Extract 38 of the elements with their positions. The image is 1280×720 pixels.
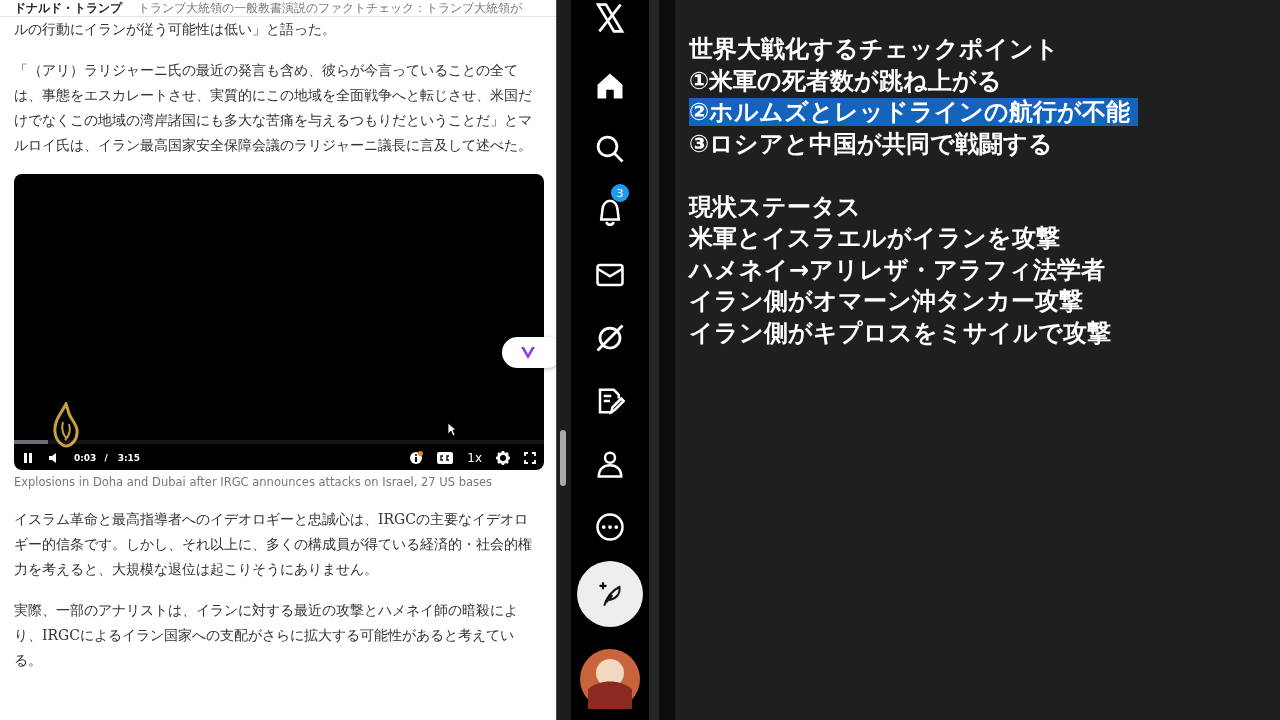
paragraph: 実際、一部のアナリストは、イランに対する最近の攻撃とハメネイ師の暗殺により、IRGCによるイラン国家への支配がさらに拡大する可能性があると考えている。: [14, 601, 519, 670]
duration: 3:15: [117, 453, 141, 463]
text-line: ①米軍の死者数が跳ね上がる: [689, 66, 1004, 95]
search-icon[interactable]: [595, 134, 625, 164]
paragraph: 「（アリ）ラリジャーニ氏の最近の発言も含め、彼らが今言っていることの全ては、事態をエスカレートさせ、実質的にこの地域を全面戦争へと転じさせ、米国だけでなくこの地域の湾岸諸国にも多大な苦痛を与えるつもりだということだ」とマルロイ氏は、イラン最高国家安全保障会議のラリジャーニ議長に言及して述べた。: [14, 61, 533, 155]
home-icon[interactable]: [595, 71, 625, 101]
text-line: ③ロシアと中国が共同で戦闘する: [689, 129, 1055, 158]
related-link[interactable]: トランプ大統領の一般教書演説のファクトチェック：トランプ大統領が: [138, 0, 522, 17]
v-logo-icon: [520, 345, 536, 360]
captions-icon[interactable]: [437, 452, 454, 464]
text-line: イラン側がオマーン沖タンカー攻撃: [689, 287, 1084, 315]
speed-button[interactable]: 1x: [467, 451, 482, 465]
more-icon[interactable]: [595, 512, 625, 542]
info-icon[interactable]: [409, 451, 424, 465]
scrollbar-thumb[interactable]: [560, 430, 566, 486]
person-icon[interactable]: [595, 449, 625, 479]
current-time: 0:03: [74, 453, 97, 463]
cursor-icon: [447, 422, 457, 437]
notification-badge: 3: [611, 184, 629, 202]
text-line: 世界大戦化するチェックポイント: [689, 35, 1060, 63]
settings-icon[interactable]: [496, 451, 510, 465]
avatar[interactable]: [580, 649, 640, 709]
pause-icon[interactable]: [22, 452, 34, 464]
video-caption: Explosions in Doha and Dubai after IRGC announces attacks on Israel, 27 US bases: [14, 475, 494, 489]
paragraph: イスラム革命と最高指導者へのイデオロギーと忠誠心は、IRGCの主要なイデオロギー的信条です。しかし、それ以上に、多くの構成員が得ている経済的・社会的権力を考えると、大規模な退位は起こりそうにありません。: [14, 510, 533, 579]
time-separator: /: [104, 453, 108, 463]
slashed-circle-icon[interactable]: [595, 323, 625, 353]
paragraph: ルの行動にイランが従う可能性は低い」と語った。: [14, 20, 337, 39]
video-player[interactable]: 0:03 / 3:15 1x: [14, 174, 544, 470]
text-line: イラン側がキプロスをミサイルで攻撃: [689, 318, 1112, 347]
x-logo-icon[interactable]: [594, 2, 626, 34]
flame-logo-icon: [51, 402, 81, 448]
floating-widget[interactable]: [502, 337, 556, 368]
text-line: 米軍とイスラエルがイランを攻撃: [689, 224, 1061, 252]
text-line: ハメネイ→アリレザ・アラフィ法学者: [689, 255, 1107, 284]
text-line: 現状ステータス: [689, 192, 862, 221]
author-name: ドナルド・トランプ: [14, 0, 122, 17]
fullscreen-icon[interactable]: [524, 452, 536, 464]
